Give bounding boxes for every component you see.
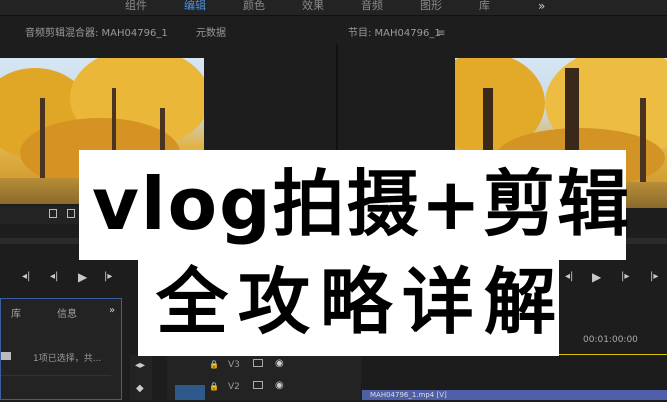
track-headers: 🔒 V3 ◉ 🔒 V2 ◉ bbox=[167, 355, 361, 400]
step-forward-icon[interactable]: |▸ bbox=[650, 271, 658, 282]
tab-info[interactable]: 信息 bbox=[57, 305, 77, 320]
play-icon[interactable]: ▶ bbox=[592, 270, 601, 284]
source-scrub-bar[interactable] bbox=[0, 238, 80, 244]
source-monitor-controls bbox=[0, 206, 80, 224]
program-monitor-tab[interactable]: 节目: MAH04796_1 bbox=[348, 24, 441, 44]
project-list bbox=[1, 375, 111, 402]
video-clip[interactable]: MAH04796_1.mp4 [V] bbox=[362, 390, 667, 400]
panel-overflow-icon[interactable]: » bbox=[109, 305, 115, 316]
play-icon[interactable]: ▶ bbox=[78, 270, 87, 284]
settings-icon[interactable] bbox=[67, 209, 75, 218]
step-back-icon[interactable]: ◂| bbox=[22, 271, 30, 282]
tab-effects[interactable]: 效果 bbox=[302, 0, 324, 12]
lock-icon[interactable]: 🔒 bbox=[209, 360, 219, 369]
tools-panel: ◂▸ ◆ bbox=[130, 355, 152, 400]
workspace-overflow-icon[interactable]: » bbox=[538, 0, 545, 13]
frame-back-icon[interactable]: ◂| bbox=[50, 271, 58, 282]
timeline-timecode: 00:01:00:00 bbox=[583, 335, 638, 345]
eye-icon[interactable]: ◉ bbox=[275, 380, 284, 391]
lock-icon[interactable]: 🔒 bbox=[209, 382, 219, 391]
safe-margins-icon[interactable] bbox=[49, 209, 57, 218]
tab-components[interactable]: 组件 bbox=[125, 0, 147, 12]
eye-icon[interactable]: ◉ bbox=[275, 358, 284, 369]
track-label: V3 bbox=[228, 360, 240, 370]
workspace-bar: 组件 编辑 颜色 效果 音频 图形 库 » bbox=[0, 0, 667, 16]
tab-graphics[interactable]: 图形 bbox=[420, 0, 442, 12]
track-row-v3: 🔒 V3 ◉ bbox=[167, 355, 361, 377]
frame-forward-icon[interactable]: |▸ bbox=[621, 271, 629, 282]
tab-audio[interactable]: 音频 bbox=[361, 0, 383, 12]
frame-back-icon[interactable]: ◂| bbox=[565, 271, 573, 282]
track-target-v1[interactable] bbox=[175, 385, 205, 400]
program-transport: ◂| ▶ |▸ |▸ bbox=[559, 265, 667, 291]
project-panel: 库 信息 » 1项已选择，共... bbox=[0, 298, 122, 400]
tab-color[interactable]: 颜色 bbox=[243, 0, 265, 12]
folder-icon bbox=[1, 352, 11, 360]
tab-libraries[interactable]: 库 bbox=[479, 0, 490, 12]
sync-icon[interactable] bbox=[253, 381, 263, 389]
frame-forward-icon[interactable]: |▸ bbox=[104, 271, 112, 282]
tab-edit[interactable]: 编辑 bbox=[184, 0, 206, 12]
selection-status: 1项已选择，共... bbox=[33, 354, 102, 364]
metadata-tab[interactable]: 元数据 bbox=[196, 24, 226, 44]
razor-icon[interactable]: ◆ bbox=[136, 383, 144, 394]
title-line-1: vlog拍摄+剪辑 bbox=[92, 162, 631, 246]
program-scrub-bar[interactable] bbox=[626, 238, 667, 244]
source-transport: ◂| ◂| ▶ |▸ bbox=[0, 265, 132, 291]
sync-icon[interactable] bbox=[253, 359, 263, 367]
tab-library[interactable]: 库 bbox=[11, 305, 21, 320]
audio-clip-mixer-tab[interactable]: 音频剪辑混合器: MAH04796_1 bbox=[25, 24, 168, 44]
track-select-icon[interactable]: ◂▸ bbox=[135, 360, 145, 371]
title-line-2: 全攻略详解 bbox=[156, 260, 567, 344]
track-label: V2 bbox=[228, 382, 240, 392]
program-menu-icon[interactable]: ≡ bbox=[437, 24, 445, 44]
timeline-tracks[interactable]: MAH04796_1.mp4 [V] bbox=[362, 355, 667, 400]
